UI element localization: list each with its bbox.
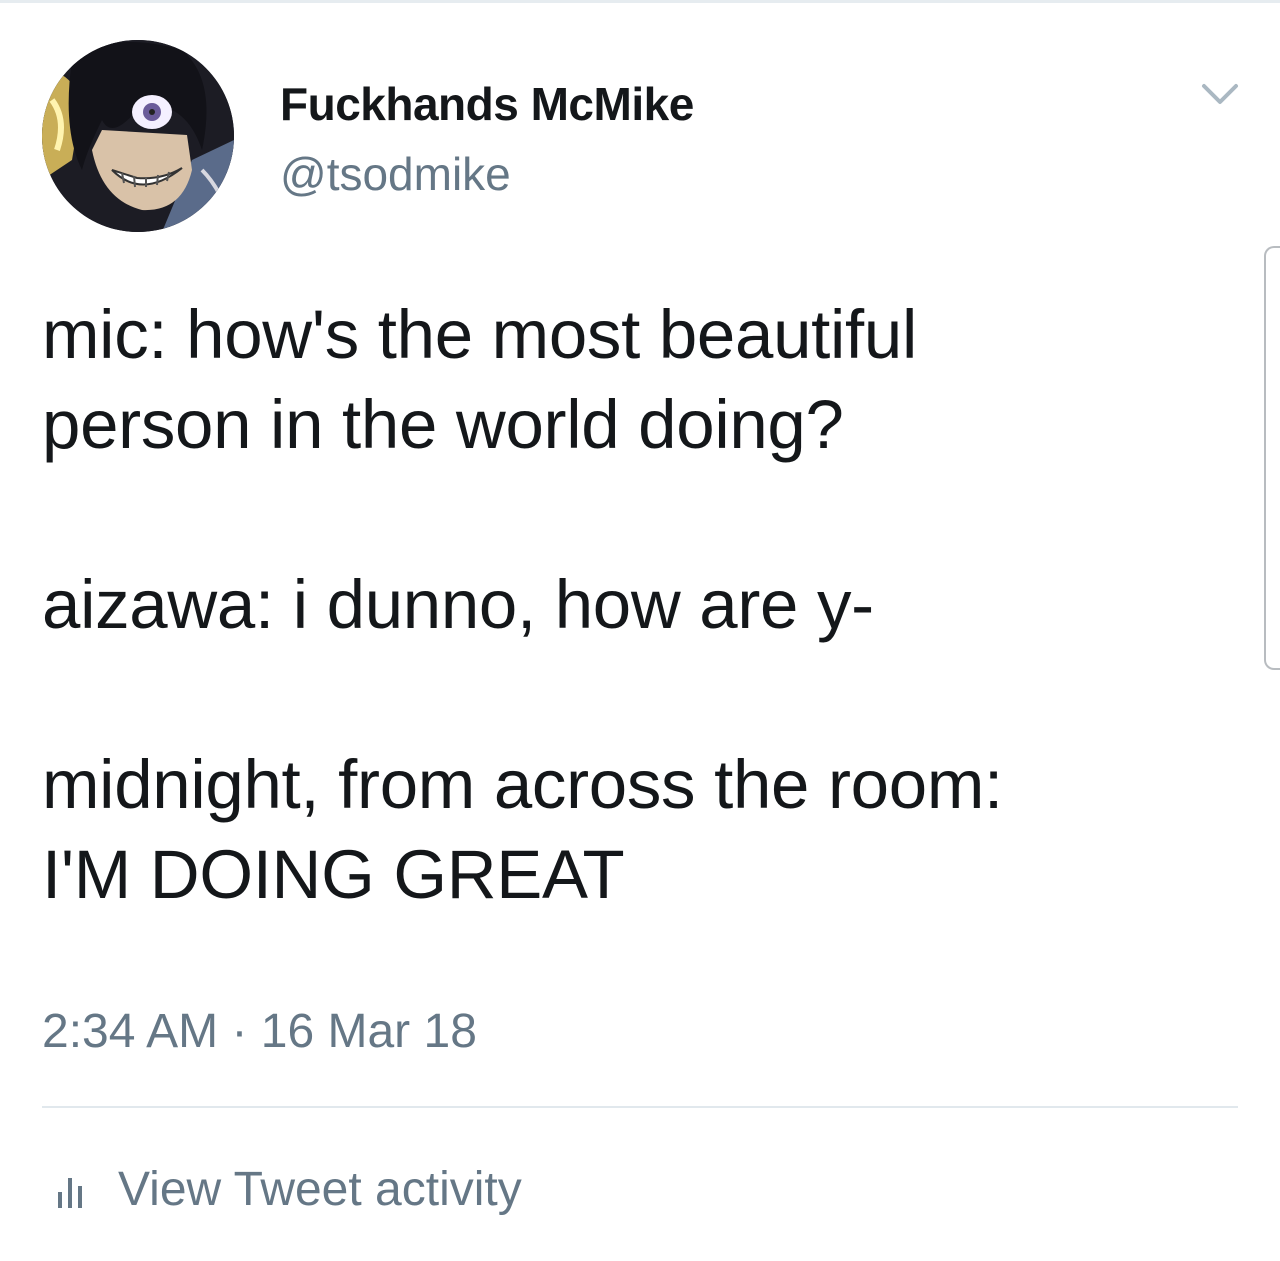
top-divider (0, 0, 1280, 3)
avatar-image (42, 40, 234, 232)
tweet-timestamp[interactable]: 2:34 AM · 16 Mar 18 (42, 1004, 477, 1060)
chevron-down-icon[interactable] (1196, 76, 1244, 112)
tweet-text: mic: how's the most beautiful person in … (42, 296, 1003, 913)
bar-chart-icon (50, 1170, 90, 1210)
user-handle[interactable]: @tsodmike (280, 148, 511, 200)
display-name[interactable]: Fuckhands McMike (280, 78, 694, 130)
scrollbar-thumb[interactable] (1264, 246, 1280, 670)
avatar[interactable] (42, 40, 234, 232)
view-tweet-activity-label: View Tweet activity (118, 1163, 522, 1216)
divider (42, 1106, 1238, 1108)
view-tweet-activity-button[interactable]: View Tweet activity (42, 1160, 522, 1220)
